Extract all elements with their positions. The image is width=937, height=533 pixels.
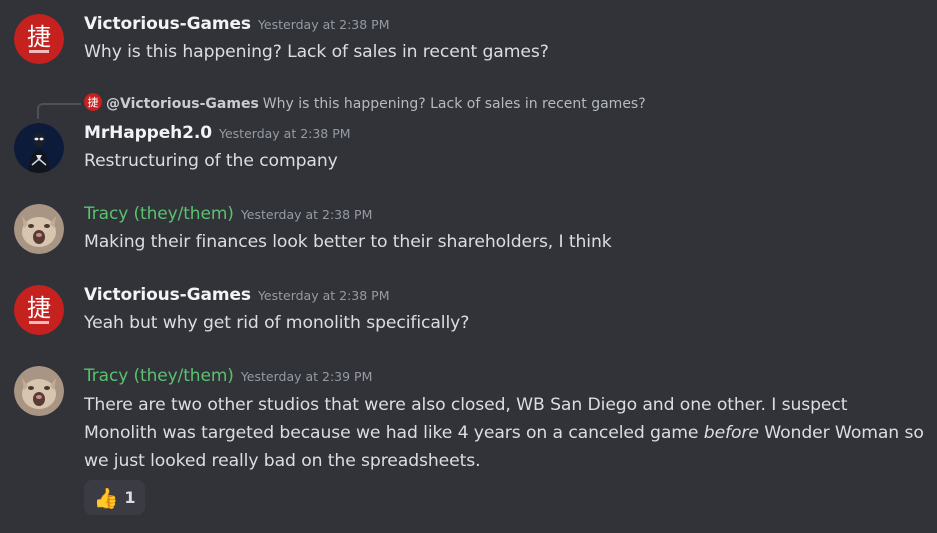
tracy-avatar[interactable] — [14, 204, 64, 254]
username[interactable]: Victorious-Games — [84, 14, 251, 34]
message-text: Restructuring of the company — [84, 151, 338, 171]
reply-text: Why is this happening? Lack of sales in … — [262, 96, 646, 112]
timestamp: Yesterday at 2:39 PM — [240, 369, 373, 384]
victorious-games-avatar[interactable]: 捷 — [14, 285, 64, 335]
message-text: Making their finances look better to the… — [84, 232, 612, 252]
svg-text:捷: 捷 — [88, 95, 99, 109]
italic-text: before — [703, 423, 759, 443]
username[interactable]: MrHappeh2.0 — [84, 123, 212, 143]
timestamp: Yesterday at 2:38 PM — [219, 126, 351, 141]
text-segment: Wonder Woman so — [758, 423, 924, 443]
message-text-line-3: we just looked really bad on the spreads… — [84, 451, 481, 471]
victorious-games-small-avatar: 捷 — [84, 93, 102, 111]
message-text: Why is this happening? Lack of sales in … — [84, 42, 549, 62]
username[interactable]: Tracy (they/them) — [84, 204, 234, 224]
timestamp: Yesterday at 2:38 PM — [257, 17, 390, 32]
message-text-line-1: There are two other studios that were al… — [84, 395, 848, 415]
username[interactable]: Tracy (they/them) — [84, 366, 234, 386]
mrhappeh-avatar[interactable] — [14, 123, 64, 173]
thumbs-up-icon: 👍 — [93, 485, 119, 510]
reply-preview[interactable]: 捷 @Victorious-Games Why is this happening… — [84, 93, 646, 112]
thumbs-up-reaction[interactable]: 👍 1 — [84, 480, 145, 515]
victorious-games-avatar[interactable]: 捷 — [14, 14, 64, 64]
message-text-line-2: Monolith was targeted because we had lik… — [84, 419, 924, 447]
reaction-count: 1 — [124, 488, 136, 507]
reply-connector — [37, 103, 81, 119]
timestamp: Yesterday at 2:38 PM — [257, 288, 390, 303]
chat-messages: 捷 Victorious-Games Yesterday at 2:38 PM W… — [0, 0, 937, 533]
tracy-avatar[interactable] — [14, 366, 64, 416]
svg-text:捷: 捷 — [27, 294, 51, 322]
username[interactable]: Victorious-Games — [84, 285, 251, 305]
timestamp: Yesterday at 2:38 PM — [240, 207, 373, 222]
message-text: Yeah but why get rid of monolith specifi… — [84, 313, 470, 333]
svg-text:捷: 捷 — [27, 23, 51, 51]
reply-author[interactable]: @Victorious-Games — [106, 96, 259, 112]
text-segment: Monolith was targeted because we had lik… — [84, 423, 704, 443]
